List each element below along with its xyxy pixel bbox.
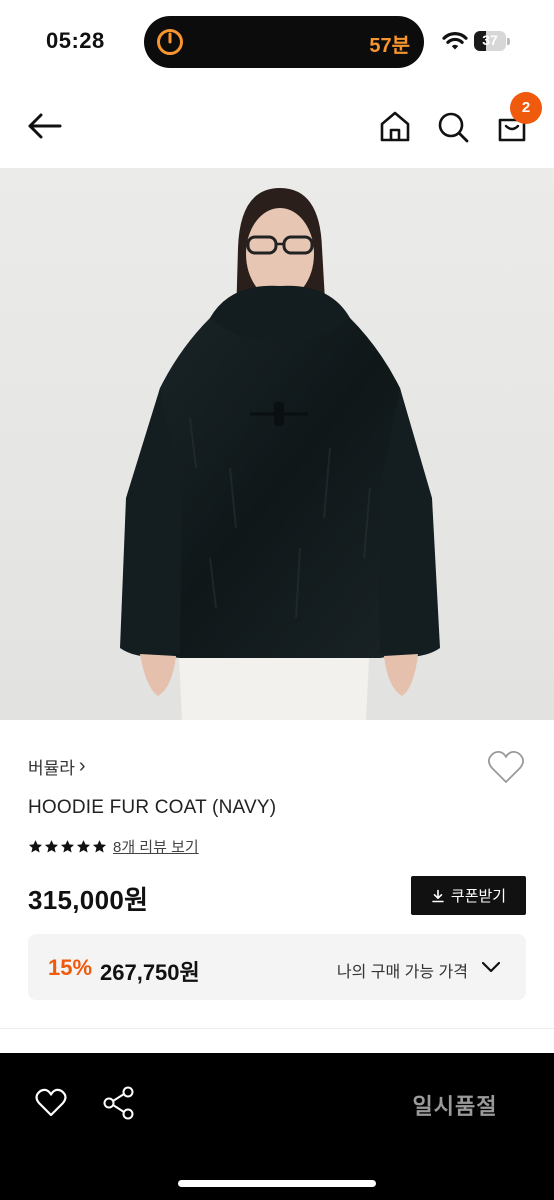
rating-stars [28,839,107,854]
home-icon [380,111,410,142]
battery-indicator: 37 [474,31,510,51]
product-price: 315,000원 [28,885,149,915]
back-button[interactable] [24,106,66,146]
search-button[interactable] [432,106,474,148]
discount-label: 나의 구매 가능 가격 [336,964,468,981]
star-icon [44,840,59,853]
soldout-label: 일시품절 [412,1094,498,1119]
share-icon [103,1086,134,1120]
coupon-button[interactable]: 쿠폰받기 [411,876,526,915]
product-name: HOODIE FUR COAT (NAVY) [28,797,277,818]
wifi-icon [442,32,468,50]
discount-price-box[interactable]: 15% 267,750원 나의 구매 가능 가격 [28,934,526,1000]
rating-row: 8개 리뷰 보기 [28,836,199,857]
status-time: 05:28 [46,28,105,53]
timer-icon [157,29,183,55]
chevron-down-icon [481,961,501,973]
dynamic-island: 57분 [144,16,424,68]
brand-link[interactable]: 버뮬라 › [28,754,86,779]
search-icon [438,112,469,143]
review-link[interactable]: 8개 리뷰 보기 [113,836,199,857]
arrow-left-icon [28,113,62,139]
heart-outline-icon [487,750,525,783]
home-indicator[interactable] [178,1180,376,1187]
coupon-label: 쿠폰받기 [450,888,507,905]
discount-price: 267,750원 [100,960,200,985]
product-image[interactable] [0,168,554,720]
section-divider [0,1028,554,1029]
share-button[interactable] [102,1085,136,1121]
chevron-right-icon: › [78,755,86,777]
heart-icon [35,1088,67,1117]
discount-rate: 15% [48,955,93,980]
top-navigation: 2 [0,84,554,168]
status-bar: 05:28 57분 37 [0,0,554,84]
star-icon [76,840,91,853]
brand-name: 버뮬라 [28,759,75,778]
home-button[interactable] [374,106,416,148]
bottom-action-bar: 일시품절 [0,1053,554,1200]
activity-text: 57분 [369,35,410,57]
star-icon [92,840,107,853]
product-photo [0,168,554,720]
cart-count-badge: 2 [510,92,542,124]
download-icon [432,889,444,902]
star-icon [60,840,75,853]
cart-button[interactable]: 2 [490,92,542,148]
like-button[interactable] [34,1087,68,1119]
battery-percent: 37 [482,32,498,48]
wishlist-button[interactable] [486,748,526,786]
star-icon [28,840,43,853]
